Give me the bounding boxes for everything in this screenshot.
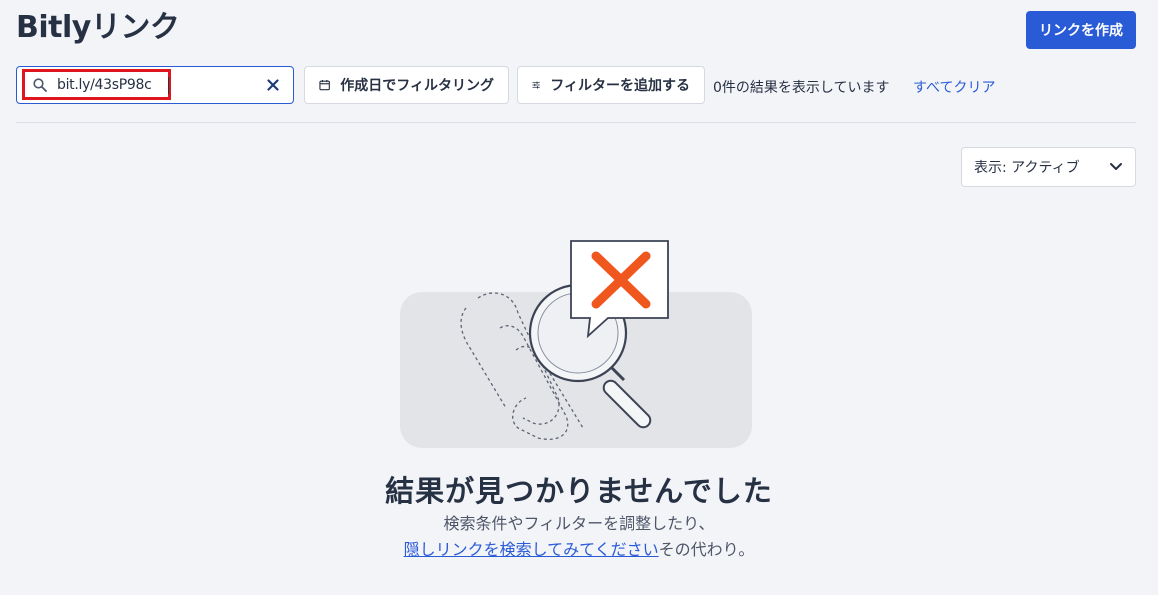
add-filter-label: フィルターを追加する — [550, 78, 690, 94]
view-select-label: 表示: アクティブ — [974, 160, 1080, 176]
divider — [16, 122, 1136, 123]
results-count: 0件の結果を表示しています — [713, 80, 890, 96]
page-title: Bitlyリンク — [16, 10, 180, 45]
clear-all-link[interactable]: すべてクリア — [913, 77, 995, 97]
create-link-button[interactable]: リンクを作成 — [1026, 11, 1136, 49]
empty-state-suffix: その代わり。 — [658, 540, 755, 559]
empty-state-description: 検索条件やフィルターを調整したり、 — [443, 514, 715, 533]
chevron-down-icon — [1110, 163, 1122, 170]
date-filter-label: 作成日でフィルタリング — [340, 78, 494, 94]
search-input[interactable] — [57, 74, 167, 96]
sliders-icon — [532, 81, 540, 89]
calendar-icon — [319, 79, 330, 91]
date-filter-button[interactable]: 作成日でフィルタリング — [304, 66, 509, 104]
add-filter-button[interactable]: フィルターを追加する — [517, 66, 705, 104]
close-icon[interactable] — [267, 79, 279, 91]
text-caret — [168, 77, 169, 94]
search-icon — [33, 78, 47, 92]
empty-state-hint: 隠しリンクを検索してみてくださいその代わり。 — [0, 539, 1158, 561]
empty-state-title: 結果が見つかりませんでした — [385, 474, 773, 508]
no-results-illustration — [400, 240, 752, 448]
search-box[interactable] — [16, 66, 294, 104]
view-select[interactable]: 表示: アクティブ — [961, 147, 1136, 187]
search-hidden-links-link[interactable]: 隠しリンクを検索してみてください — [404, 540, 659, 559]
